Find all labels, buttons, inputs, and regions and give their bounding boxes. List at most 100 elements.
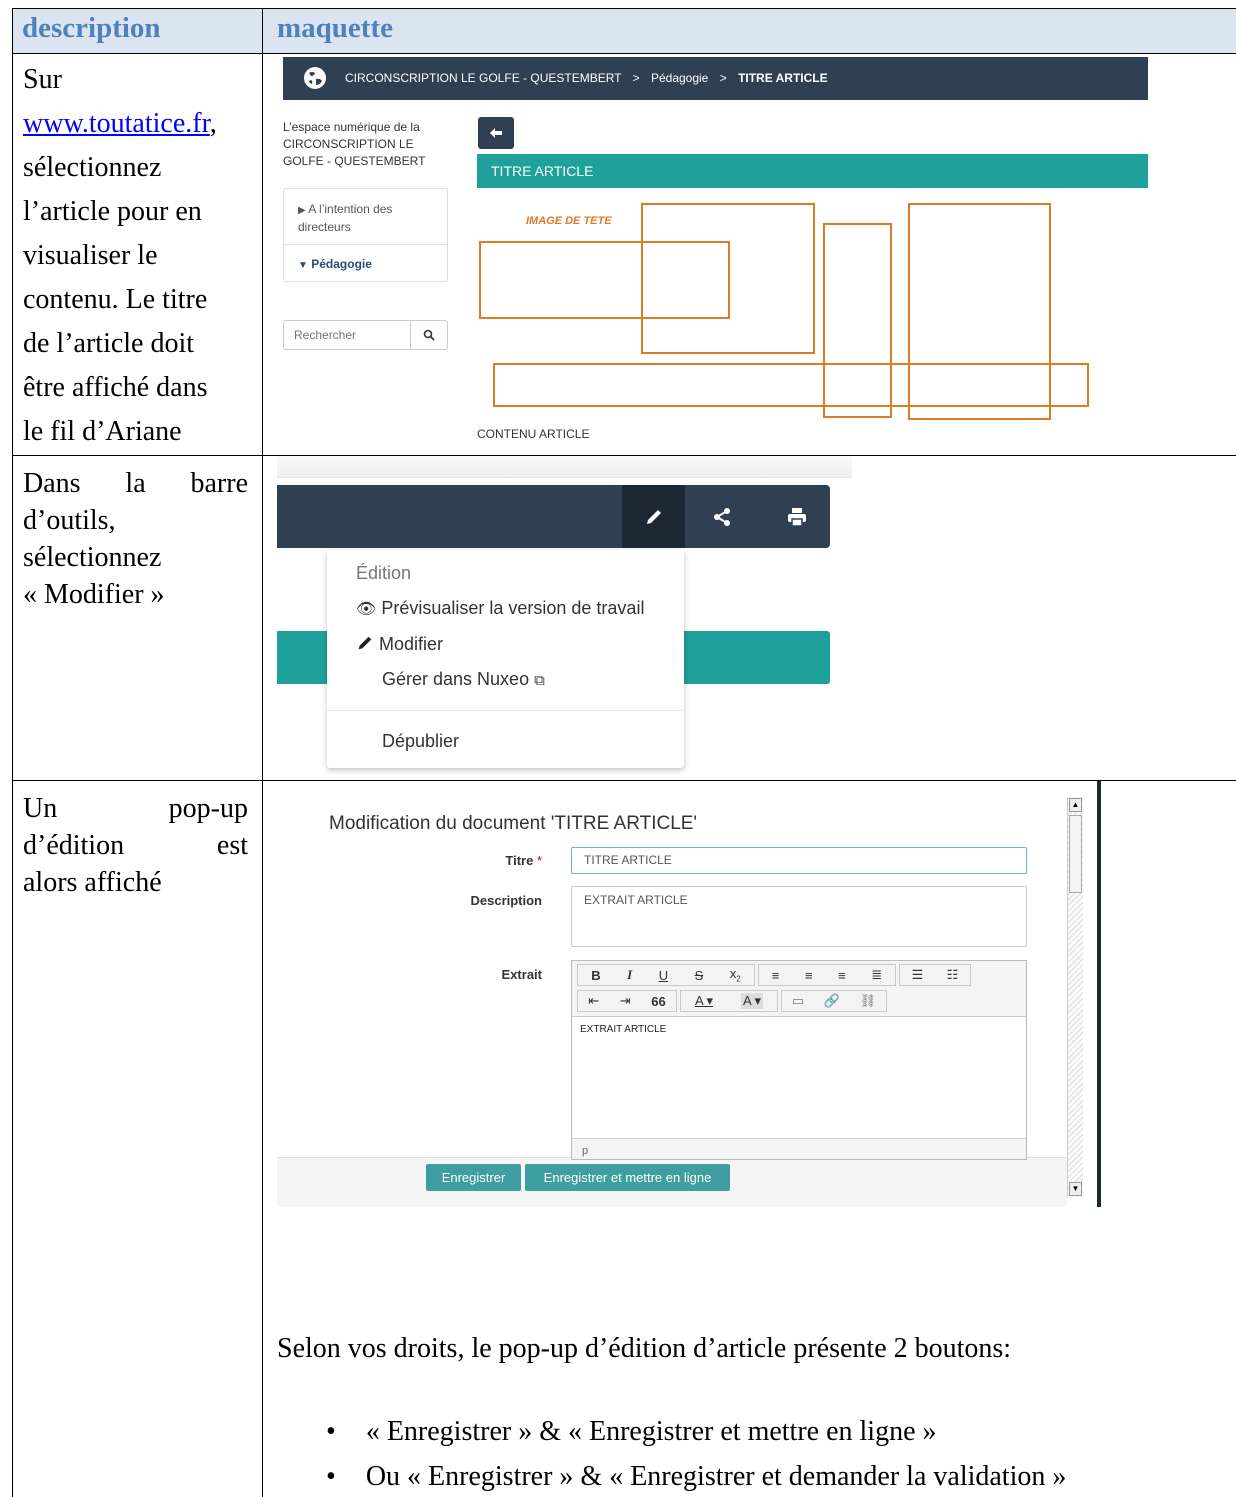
table-border-header [12,53,1236,54]
desc-line: contenu. Le titre [23,284,208,315]
save-button[interactable]: Enregistrer [426,1164,521,1191]
italic-icon[interactable]: I [627,967,632,983]
align-center-icon[interactable]: ≡ [805,968,813,983]
title-input[interactable]: TITRE ARTICLE [571,847,1027,874]
align-justify-icon[interactable]: ≣ [871,967,882,983]
underline-icon[interactable]: U [659,968,668,983]
menu-label: Pédagogie [311,257,372,271]
rte-color-group[interactable]: A ▾ A ▾ [680,990,778,1012]
side-menu-item-directeurs[interactable]: ▶ A l’intention des directeurs [298,201,392,236]
rte-format-group[interactable]: B I U Sx2 [577,964,755,986]
menu-item-label: Prévisualiser la version de travail [381,598,645,618]
globe-icon [304,67,326,89]
side-menu-item-pedagogie[interactable]: ▼ Pédagogie [298,257,372,271]
share-icon [714,508,730,526]
modify-menu-item[interactable]: Modifier [356,634,443,655]
desc-line: Un pop-up [23,793,248,824]
preview-menu-item[interactable]: 👁 Prévisualiser la version de travail [356,598,644,619]
space-title-line: CIRCONSCRIPTION LE [283,137,414,151]
unpublish-menu-item[interactable]: Dépublier [382,731,459,752]
dropdown-divider [327,710,684,711]
bullet-icon: • [326,1461,336,1492]
edit-button[interactable] [622,485,685,548]
rte-list-group[interactable]: ☰ ☷ [899,964,971,986]
indent-icon[interactable]: ⇥ [620,993,631,1009]
description-textarea[interactable]: EXTRAIT ARTICLE [571,886,1027,947]
scrollbar[interactable]: ▲ ▼ [1067,797,1083,1197]
back-button[interactable] [478,117,514,149]
caret-right-icon: ▶ [298,205,306,216]
search-input[interactable] [283,320,411,350]
space-title-line: GOLFE - QUESTEMBERT [283,154,426,168]
search-icon [423,329,435,341]
align-right-icon[interactable]: ≡ [838,968,846,983]
popup-title: Modification du document 'TITRE ARTICLE' [329,813,698,834]
align-left-icon[interactable]: ≡ [772,968,780,983]
text-color-icon[interactable]: A ▾ [695,993,713,1009]
desc-line: sélectionnez [23,152,162,183]
save-publish-button[interactable]: Enregistrer et mettre en ligne [525,1164,730,1191]
menu-item-label: Gérer dans Nuxeo [382,669,530,689]
breadcrumb-sep: > [632,71,640,85]
menu-label: A l’intention des [308,202,393,216]
outdent-icon[interactable]: ⇤ [588,993,599,1009]
title-label-text: Titre [505,853,534,868]
bg-color-icon[interactable]: A ▾ [740,993,764,1009]
menu-label: directeurs [298,220,351,234]
desc-line: visualiser le [23,240,158,271]
rte-indent-group[interactable]: ⇤ ⇥ 66 [577,990,677,1012]
pencil-icon [358,636,372,650]
article-title: TITRE ARTICLE [491,163,594,179]
editor-status-path: p [582,1145,589,1157]
share-button[interactable] [697,501,747,533]
print-icon [788,508,806,527]
desc-line: le fil d’Ariane [23,416,182,447]
space-title-line: L’espace numérique de la [283,120,420,134]
print-button[interactable] [772,501,822,533]
desc-line: Dans la barre [23,468,248,499]
link-icon[interactable]: 🔗 [824,993,840,1009]
blockquote-icon[interactable]: 66 [651,994,665,1009]
menu-divider [284,244,447,245]
rte-media-group[interactable]: ▭ 🔗 ⛓ [781,990,887,1012]
table-header-row [12,9,1236,53]
scroll-down-arrow[interactable]: ▼ [1069,1182,1082,1196]
nuxeo-menu-item[interactable]: Gérer dans Nuxeo ⧉ [382,669,545,690]
desc-line: sélectionnez [23,542,162,573]
image-placeholder [641,203,815,354]
unlink-icon[interactable]: ⛓ [860,993,877,1009]
bullet-item: • Ou « Enregistrer » & « Enregistrer et d… [326,1461,1066,1493]
numbered-list-icon[interactable]: ☷ [947,967,959,983]
subscript-icon[interactable]: x2 [730,966,741,984]
article-title-bar: TITRE ARTICLE [477,154,1148,188]
image-icon[interactable]: ▭ [792,993,804,1009]
search-button[interactable] [410,320,448,350]
image-label: IMAGE DE TETE [526,215,612,227]
breadcrumb-item[interactable]: CIRCONSCRIPTION LE GOLFE - QUESTEMBERT [345,71,621,85]
strike-icon[interactable]: S [695,968,704,983]
title-label: Titre * [417,853,542,868]
breadcrumb-item[interactable]: Pédagogie [651,71,708,85]
scroll-thumb[interactable] [1069,815,1082,893]
editor-text: EXTRAIT ARTICLE [580,1024,667,1035]
desc-line: l’article pour en [23,196,202,227]
external-link-icon: ⧉ [534,672,545,689]
bullet-list-icon[interactable]: ☰ [912,967,924,983]
search-box [283,320,448,350]
side-menu: ▶ A l’intention des directeurs ▼ Pédagog… [283,188,448,282]
desc-line: alors affiché [23,867,162,898]
extract-label: Extrait [501,967,542,982]
rte-align-group[interactable]: ≡ ≡ ≡ ≣ [758,964,896,986]
desc-line: de l’article doit [23,328,195,359]
top-shadow-strip [277,456,852,478]
header-maquette: maquette [277,12,393,44]
desc-line: être affiché dans [23,372,208,403]
desc-line: Sur [23,64,62,95]
toutatice-link[interactable]: www.toutatice.fr [23,108,210,139]
editor-content[interactable]: EXTRAIT ARTICLE [572,1016,1026,1139]
scroll-up-arrow[interactable]: ▲ [1069,798,1082,812]
row3-description: Un pop-up d’édition est alors affiché [23,790,248,901]
breadcrumb-sep: > [719,71,727,85]
desc-comma: , [209,108,217,139]
bold-icon[interactable]: B [591,968,600,983]
